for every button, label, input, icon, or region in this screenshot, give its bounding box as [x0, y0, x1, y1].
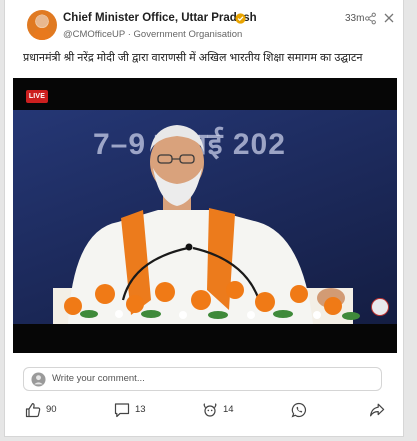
user-avatar-icon [31, 372, 46, 387]
close-icon[interactable] [383, 12, 395, 24]
live-badge: LIVE [26, 90, 48, 103]
author-handle: @CMOfficeUP · Government Organisation [63, 29, 243, 40]
reaction-icon [203, 403, 217, 417]
comment-count: 13 [135, 404, 146, 415]
post-time: 33m [345, 13, 365, 24]
post-header: Chief Minister Office, Uttar Pradesh @CM… [5, 0, 403, 48]
speaker-illustration [53, 125, 360, 324]
comment-placeholder: Write your comment... [52, 373, 145, 384]
comment-icon [114, 403, 130, 418]
video-player[interactable]: LIVE 7–9 जुलाई 202 [13, 78, 397, 353]
share-icon[interactable] [364, 12, 377, 25]
broadcaster-logo [371, 298, 389, 316]
reaction-count: 14 [223, 404, 234, 415]
post-card: Chief Minister Office, Uttar Pradesh @CM… [4, 0, 404, 437]
thumbs-up-icon [25, 403, 41, 418]
whatsapp-share-button[interactable] [291, 402, 307, 418]
like-button[interactable]: 90 [25, 402, 65, 418]
video-frame[interactable]: 7–9 जुलाई 202 [13, 110, 397, 324]
whatsapp-icon [291, 402, 307, 418]
comment-input[interactable]: Write your comment... [23, 367, 382, 391]
post-text: प्रधानमंत्री श्री नरेंद्र मोदी जी द्वारा… [23, 52, 363, 64]
author-avatar[interactable] [27, 10, 57, 40]
author-name[interactable]: Chief Minister Office, Uttar Pradesh [63, 12, 257, 24]
like-count: 90 [46, 404, 57, 415]
forward-button[interactable] [369, 402, 385, 418]
forward-icon [370, 403, 385, 417]
comment-button[interactable]: 13 [114, 402, 154, 418]
reaction-button[interactable]: 14 [202, 402, 242, 418]
verified-badge-icon [235, 13, 246, 24]
